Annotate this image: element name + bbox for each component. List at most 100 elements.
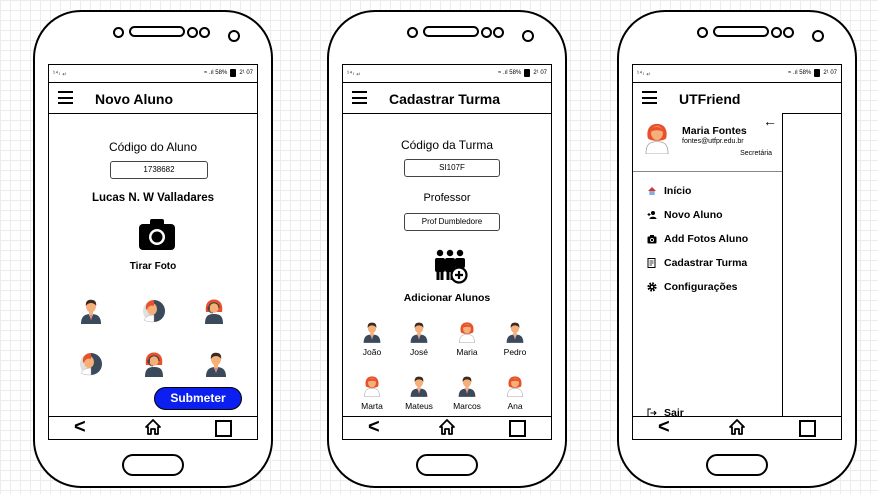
signal-battery-text: ≈ .ıl 58% (498, 70, 522, 76)
student-photo-male[interactable] (204, 351, 228, 377)
menu-item-cadastrar-turma[interactable]: Cadastrar Turma (647, 257, 747, 269)
student-item[interactable]: João (352, 321, 392, 357)
earpiece-speaker (423, 26, 479, 37)
phone-top-bezel (619, 22, 855, 44)
phone-home-button[interactable] (706, 454, 768, 476)
menu-item-novo-aluno[interactable]: Novo Aluno (647, 209, 723, 221)
android-nav-bar: < (633, 416, 841, 439)
student-item[interactable]: Mateus (399, 375, 439, 411)
android-nav-bar: < (343, 416, 551, 439)
menu-item-configuracoes[interactable]: Configurações (647, 281, 738, 293)
take-photo-label[interactable]: Tirar Foto (49, 261, 257, 272)
sensor-dot (481, 27, 492, 38)
earpiece-speaker (713, 26, 769, 37)
phone-top-bezel (35, 22, 271, 44)
submit-button[interactable]: Submeter (154, 387, 242, 410)
student-photo-male[interactable] (79, 298, 103, 324)
menu-item-inicio[interactable]: Início (647, 185, 691, 197)
app-bar: Novo Aluno (49, 83, 257, 114)
student-name: Ana (507, 401, 523, 411)
add-user-icon (647, 210, 657, 220)
status-icons-left: ¹⁴ₗ ₄ₗ (53, 71, 67, 77)
sensor-dot (783, 27, 794, 38)
home-nav-icon[interactable] (144, 418, 162, 439)
phone-novo-aluno: ¹⁴ₗ ₄ₗ ≈ .ıl 58% 2¹ 07 Novo Aluno Código… (33, 10, 273, 488)
user-avatar (642, 122, 672, 154)
page-title: UTFriend (679, 91, 741, 107)
phone-home-button[interactable] (122, 454, 184, 476)
add-photo-icon (647, 234, 657, 244)
back-arrow-icon[interactable]: ← (763, 113, 777, 129)
front-camera-dot (697, 27, 708, 38)
hamburger-icon[interactable] (642, 91, 657, 104)
app-bar: UTFriend (633, 83, 841, 114)
battery-icon (814, 69, 821, 77)
student-item[interactable]: Marta (352, 375, 392, 411)
hamburger-icon[interactable] (352, 91, 367, 104)
student-avatar (505, 375, 525, 397)
add-students-label[interactable]: Adicionar Alunos (343, 292, 551, 304)
menu-item-label: Add Fotos Aluno (664, 233, 749, 245)
gear-icon (647, 282, 657, 292)
app-bar: Cadastrar Turma (343, 83, 551, 114)
student-item[interactable]: José (399, 321, 439, 357)
student-item[interactable]: Ana (495, 375, 535, 411)
clock: 2¹ 07 (239, 70, 253, 76)
front-camera-dot (113, 27, 124, 38)
student-code-field[interactable]: 1738682 (110, 161, 208, 179)
student-photo-half[interactable] (142, 298, 166, 324)
camera-icon[interactable] (139, 218, 175, 250)
add-group-icon[interactable] (432, 248, 468, 284)
page-title: Novo Aluno (95, 91, 174, 107)
front-camera-dot (407, 27, 418, 38)
camera-lens (812, 30, 824, 42)
menu-item-label: Configurações (664, 281, 738, 293)
student-avatar (409, 375, 429, 397)
battery-icon (230, 69, 237, 77)
back-icon[interactable]: < (74, 417, 86, 437)
clock: 2¹ 07 (823, 70, 837, 76)
menu-item-label: Novo Aluno (664, 209, 723, 221)
phone-home-button[interactable] (416, 454, 478, 476)
student-photo-agent[interactable] (142, 351, 166, 377)
navigation-drawer: Maria Fontes fontes@utfpr.edu.br Secretá… (633, 113, 783, 419)
user-email: fontes@utfpr.edu.br (682, 138, 744, 145)
menu-item-label: Cadastrar Turma (664, 257, 748, 269)
sensor-dot (187, 27, 198, 38)
code-label: Código do Aluno (108, 140, 198, 154)
android-nav-bar: < (49, 416, 257, 439)
student-name: Maria (456, 347, 478, 357)
student-name: Lucas N. W Valladares (91, 192, 215, 204)
status-bar: ¹⁴ₗ ₄ₗ ≈ .ıl 58% 2¹ 07 (343, 65, 551, 83)
sensor-dot (771, 27, 782, 38)
student-name: José (410, 347, 428, 357)
back-icon[interactable]: < (658, 417, 670, 437)
recent-apps-icon[interactable] (215, 420, 232, 437)
student-item[interactable]: Marcos (447, 375, 487, 411)
class-code-field[interactable]: SI107F (404, 159, 500, 177)
status-icons-left: ¹⁴ₗ ₄ₗ (347, 71, 361, 77)
sensor-dot (199, 27, 210, 38)
hamburger-icon[interactable] (58, 91, 73, 104)
student-avatar (505, 321, 525, 343)
status-bar: ¹⁴ₗ ₄ₗ ≈ .ıl 58% 2¹ 07 (49, 65, 257, 83)
home-nav-icon[interactable] (728, 418, 746, 439)
student-item[interactable]: Pedro (495, 321, 535, 357)
menu-item-add-fotos-aluno[interactable]: Add Fotos Aluno (647, 233, 748, 245)
recent-apps-icon[interactable] (799, 420, 816, 437)
student-avatar (362, 375, 382, 397)
back-icon[interactable]: < (368, 417, 380, 437)
home-icon (647, 186, 657, 196)
screen: ¹⁴ₗ ₄ₗ ≈ .ıl 58% 2¹ 07 UTFriend Maria Fo… (632, 64, 842, 440)
user-role: Secretária (740, 150, 772, 157)
student-name: Pedro (503, 347, 527, 357)
professor-field[interactable]: Prof Dumbledore (404, 213, 500, 231)
class-code-label: Código da Turma (400, 138, 494, 152)
recent-apps-icon[interactable] (509, 420, 526, 437)
status-icons-right: ≈ .ıl 58% 2¹ 07 (788, 69, 837, 77)
student-item[interactable]: Maria (447, 321, 487, 357)
student-photo-agent[interactable] (202, 298, 226, 324)
home-nav-icon[interactable] (438, 418, 456, 439)
student-photo-half[interactable] (79, 351, 103, 377)
screen: ¹⁴ₗ ₄ₗ ≈ .ıl 58% 2¹ 07 Novo Aluno Código… (48, 64, 258, 440)
